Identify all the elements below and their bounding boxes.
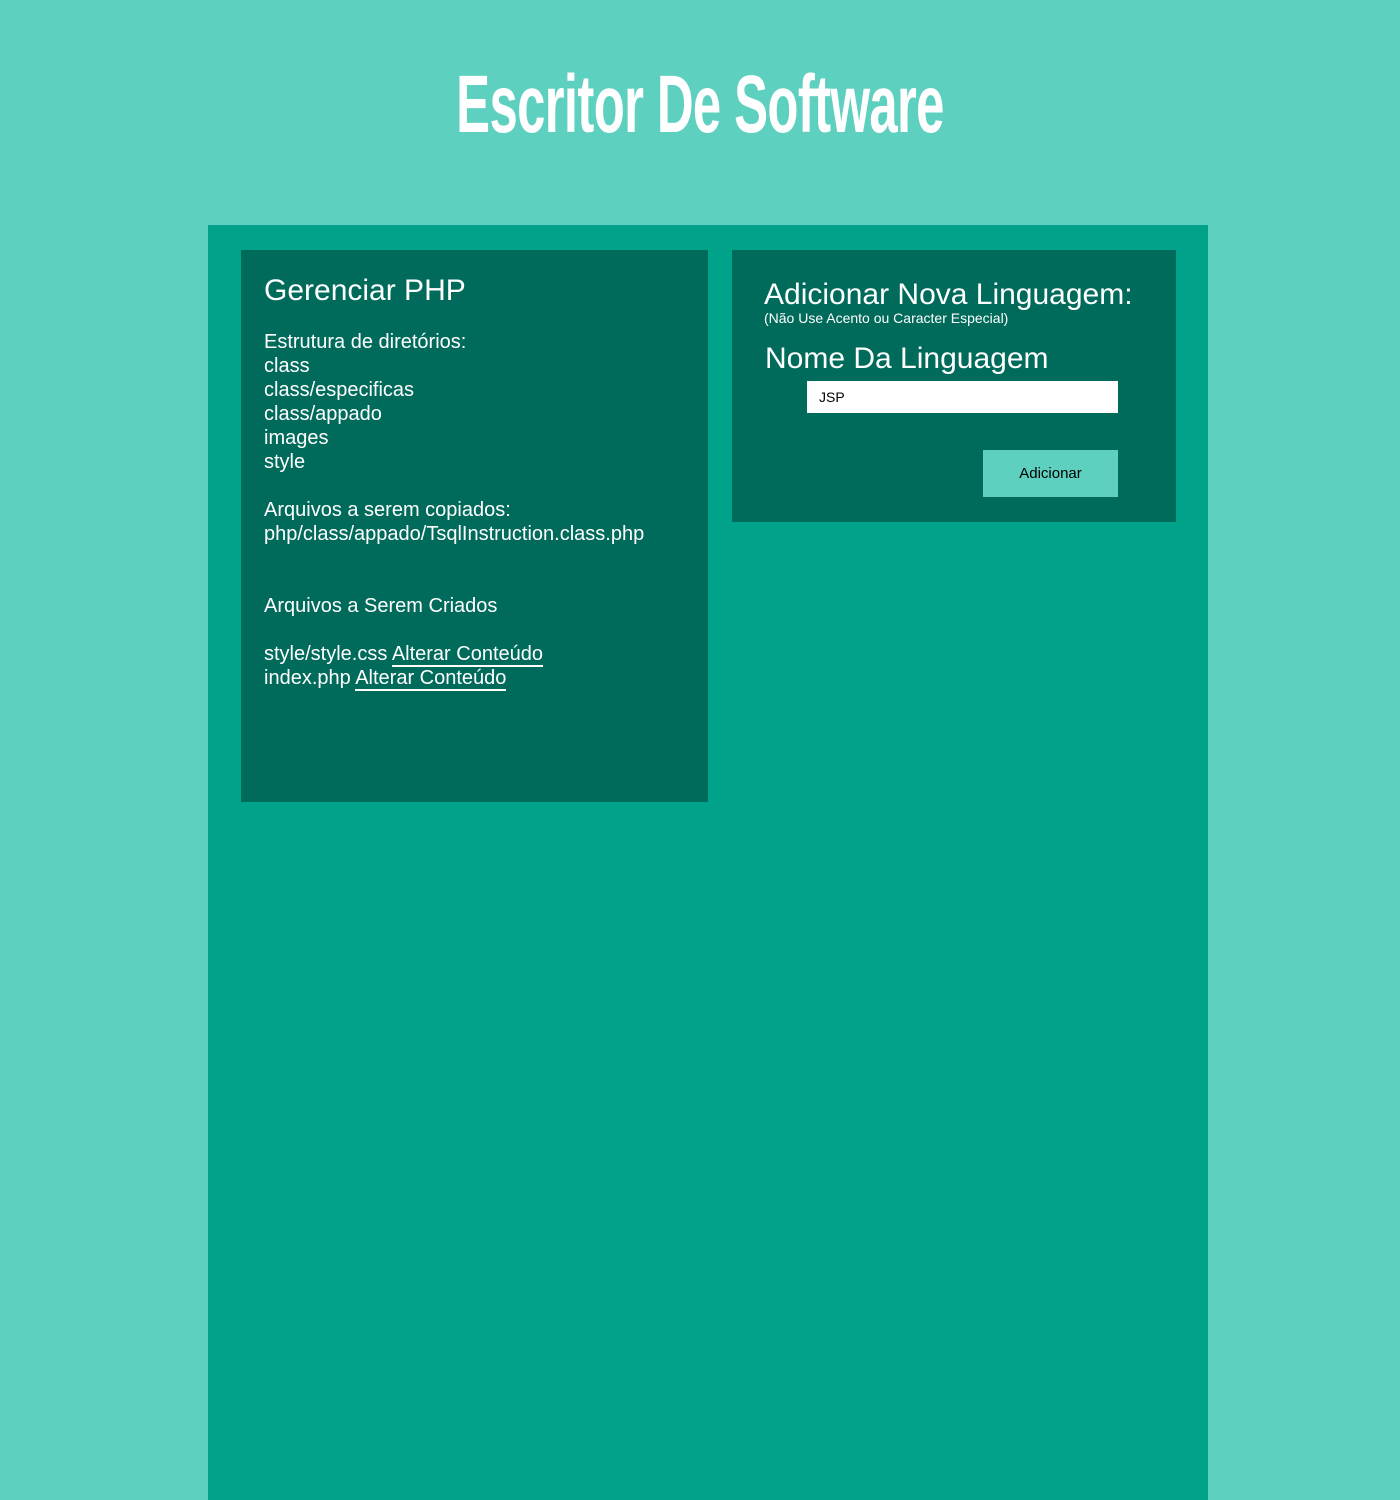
site-title: Escritor De Software bbox=[456, 59, 944, 150]
language-name-input[interactable] bbox=[807, 381, 1118, 413]
edit-content-link-style-css[interactable]: Alterar Conteúdo bbox=[391, 643, 544, 667]
directory-item: class bbox=[264, 355, 310, 377]
files-to-copy-label: Arquivos a serem copiados: bbox=[264, 499, 511, 521]
directory-item: images bbox=[264, 427, 329, 449]
directory-item: class/especificas bbox=[264, 379, 415, 401]
manage-panel-title: Gerenciar PHP bbox=[264, 274, 466, 307]
files-to-create-label: Arquivos a Serem Criados bbox=[264, 595, 498, 617]
manage-php-panel: Gerenciar PHP Estrutura de diretórios: c… bbox=[241, 250, 708, 802]
main-container: Gerenciar PHP Estrutura de diretórios: c… bbox=[208, 225, 1208, 1500]
add-language-title: Adicionar Nova Linguagem: bbox=[764, 278, 1133, 311]
add-language-panel: Adicionar Nova Linguagem: (Não Use Acent… bbox=[732, 250, 1176, 522]
directory-item: class/appado bbox=[264, 403, 382, 425]
language-name-label: Nome Da Linguagem bbox=[765, 342, 1049, 375]
edit-content-link-index-php[interactable]: Alterar Conteúdo bbox=[355, 667, 507, 691]
add-language-note: (Não Use Acento ou Caracter Especial) bbox=[764, 310, 1009, 326]
create-file-name: style/style.css bbox=[264, 643, 388, 665]
create-file-row: index.php Alterar Conteúdo bbox=[264, 666, 685, 691]
copy-file-item: php/class/appado/TsqlInstruction.class.p… bbox=[264, 523, 645, 545]
add-button[interactable]: Adicionar bbox=[983, 450, 1118, 497]
directory-structure-label: Estrutura de diretórios: bbox=[264, 331, 467, 353]
create-file-row: style/style.css Alterar Conteúdo bbox=[264, 642, 685, 667]
directory-item: style bbox=[264, 451, 306, 473]
create-file-name: index.php bbox=[264, 667, 351, 689]
